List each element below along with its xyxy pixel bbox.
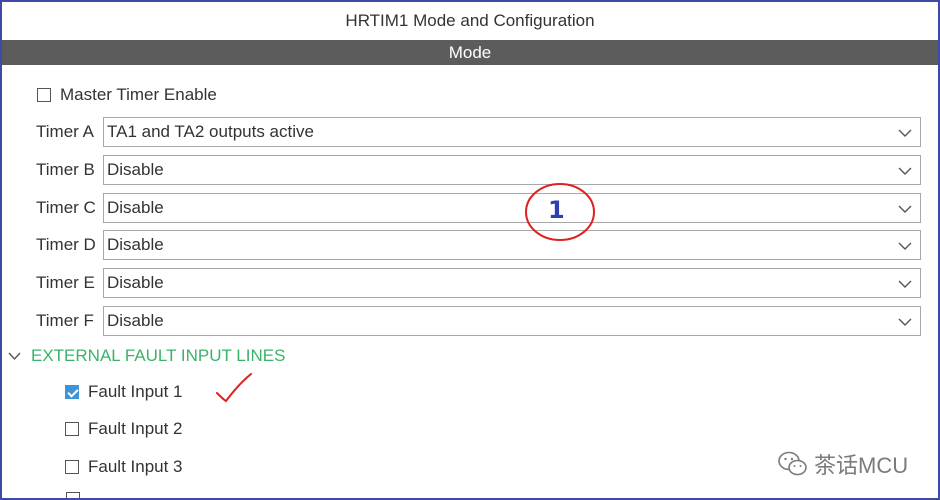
fault-input-4-checkbox-partial[interactable] — [66, 492, 80, 498]
checkmark-annotation-icon — [216, 373, 252, 403]
timer-f-value: Disable — [107, 311, 164, 330]
chevron-down-icon — [898, 167, 912, 175]
watermark: 茶话MCU — [778, 448, 908, 480]
chevron-down-icon — [898, 205, 912, 213]
timer-a-label: Timer A — [36, 122, 94, 141]
timer-f-row: Timer F Disable — [36, 305, 921, 337]
master-timer-enable-label: Master Timer Enable — [60, 85, 217, 104]
timer-d-row: Timer D Disable — [36, 229, 921, 261]
timer-d-select[interactable]: Disable — [103, 230, 921, 260]
timer-b-select[interactable]: Disable — [103, 155, 921, 185]
checkbox-checked-icon[interactable] — [65, 385, 79, 399]
annotation-number: 1 — [548, 196, 565, 224]
master-timer-enable-checkbox[interactable]: Master Timer Enable — [37, 83, 217, 107]
timer-b-label: Timer B — [36, 160, 95, 179]
timer-e-label: Timer E — [36, 273, 95, 292]
chevron-down-icon — [898, 318, 912, 326]
configuration-panel: HRTIM1 Mode and Configuration Mode Maste… — [0, 0, 940, 500]
fault-input-2-label: Fault Input 2 — [88, 419, 183, 438]
timer-a-row: Timer A TA1 and TA2 outputs active — [36, 116, 921, 148]
timer-f-label: Timer F — [36, 311, 94, 330]
watermark-text: 茶话MCU — [814, 453, 909, 478]
external-fault-input-lines-section[interactable]: EXTERNAL FAULT INPUT LINES — [8, 344, 285, 368]
panel-title: HRTIM1 Mode and Configuration — [2, 2, 938, 40]
timer-e-row: Timer E Disable — [36, 267, 921, 299]
section-label: EXTERNAL FAULT INPUT LINES — [31, 346, 286, 365]
timer-c-row: Timer C Disable — [36, 192, 921, 224]
checkbox-box[interactable] — [37, 88, 51, 102]
timer-c-select[interactable]: Disable — [103, 193, 921, 223]
timer-e-value: Disable — [107, 273, 164, 292]
fault-input-2-checkbox[interactable]: Fault Input 2 — [65, 417, 183, 441]
timer-b-row: Timer B Disable — [36, 154, 921, 186]
timer-a-value: TA1 and TA2 outputs active — [107, 122, 314, 141]
chevron-down-icon — [898, 280, 912, 288]
fault-input-3-checkbox[interactable]: Fault Input 3 — [65, 455, 183, 479]
fault-input-1-checkbox[interactable]: Fault Input 1 — [65, 380, 183, 404]
wechat-icon — [778, 451, 807, 476]
timer-d-value: Disable — [107, 235, 164, 254]
timer-c-label: Timer C — [36, 198, 96, 217]
fault-input-1-label: Fault Input 1 — [88, 382, 183, 401]
checkbox-box[interactable] — [65, 422, 79, 436]
timer-c-value: Disable — [107, 198, 164, 217]
timer-d-label: Timer D — [36, 235, 96, 254]
mode-section-header: Mode — [2, 40, 938, 65]
timer-a-select[interactable]: TA1 and TA2 outputs active — [103, 117, 921, 147]
checkbox-box[interactable] — [65, 460, 79, 474]
chevron-down-icon — [898, 129, 912, 137]
chevron-down-icon — [898, 242, 912, 250]
timer-b-value: Disable — [107, 160, 164, 179]
timer-f-select[interactable]: Disable — [103, 306, 921, 336]
chevron-down-icon[interactable] — [8, 351, 21, 361]
fault-input-3-label: Fault Input 3 — [88, 457, 183, 476]
timer-e-select[interactable]: Disable — [103, 268, 921, 298]
